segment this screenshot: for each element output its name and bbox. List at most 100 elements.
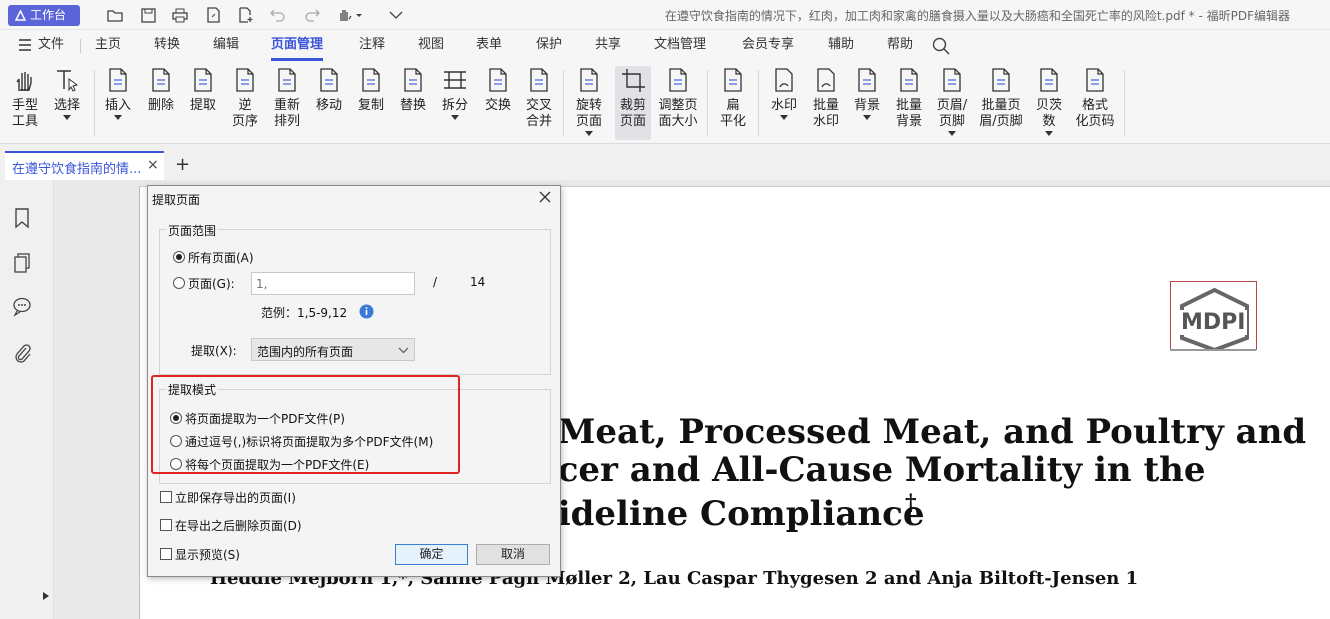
ribbon-button-watermark[interactable]: 水印 — [767, 66, 801, 140]
menu-view[interactable]: 视图 — [418, 30, 444, 62]
menu-page-management[interactable]: 页面管理 — [271, 30, 324, 62]
save-now-label[interactable]: 立即保存导出的页面(I) — [175, 489, 296, 506]
menu-protect[interactable]: 保护 — [536, 30, 562, 62]
menu-assist[interactable]: 辅助 — [828, 30, 854, 62]
expand-pane-icon[interactable] — [42, 590, 50, 605]
ribbon-button-cross-merge[interactable]: 交叉 合并 — [522, 66, 556, 140]
ribbon-button-delete-page[interactable]: 删除 — [144, 66, 178, 140]
ribbon-button-label: 复制 — [357, 98, 384, 113]
rotate-page-icon — [575, 66, 603, 94]
hand-tool-dropdown-icon[interactable] — [336, 5, 364, 25]
cancel-button[interactable]: 取消 — [476, 544, 550, 565]
delete-page-icon — [147, 66, 175, 94]
batch-watermark-icon — [812, 66, 840, 94]
all-pages-label[interactable]: 所有页面(A) — [188, 249, 254, 266]
ribbon-button-copy-page[interactable]: 复制 — [354, 66, 388, 140]
range-example: 范例：1,5-9,12 — [261, 306, 348, 320]
print-icon[interactable] — [170, 5, 190, 25]
menu-convert[interactable]: 转换 — [154, 30, 180, 62]
ribbon-button-extract-page[interactable]: 提取 — [186, 66, 220, 140]
dialog-close-icon[interactable] — [538, 190, 552, 208]
paper-title-dagger: † — [905, 490, 917, 516]
ribbon-button-label: 交换 — [484, 98, 511, 113]
ribbon-button-label: 调整页 面大小 — [658, 98, 698, 129]
save-now-checkbox[interactable] — [160, 491, 172, 503]
ribbon-button-reverse-order[interactable]: 逆 页序 — [230, 66, 260, 140]
ribbon-button-swap[interactable]: 交换 — [481, 66, 515, 140]
highlight-box — [151, 375, 460, 474]
ribbon-button-rearrange[interactable]: 重新 排列 — [270, 66, 304, 140]
ribbon-button-hand[interactable]: 手型 工具 — [8, 66, 42, 140]
pages-input[interactable] — [251, 272, 415, 295]
add-tab-icon[interactable]: + — [175, 154, 190, 175]
ribbon-button-background[interactable]: 背景 — [850, 66, 884, 140]
undo-icon[interactable] — [268, 5, 288, 25]
ribbon-button-label: 选择 — [53, 98, 80, 113]
search-icon[interactable] — [932, 37, 950, 59]
redo-icon[interactable] — [302, 5, 322, 25]
menu-member[interactable]: 会员专享 — [742, 30, 794, 62]
bookmark-icon[interactable] — [11, 207, 33, 229]
ribbon-button-rotate-page[interactable]: 旋转 页面 — [570, 66, 608, 140]
ribbon-button-label: 替换 — [399, 98, 426, 113]
pages-radio[interactable] — [173, 277, 185, 289]
bates-number-icon — [1035, 66, 1063, 94]
dropdown-arrow-icon — [63, 114, 71, 120]
show-preview-label[interactable]: 显示预览(S) — [175, 546, 240, 563]
replace-page-icon — [399, 66, 427, 94]
extract-select[interactable]: 范围内的所有页面 — [251, 338, 415, 361]
delete-after-label[interactable]: 在导出之后删除页面(D) — [175, 517, 302, 534]
page-range-legend: 页面范围 — [166, 222, 219, 239]
new-doc-icon[interactable] — [236, 5, 256, 25]
save-icon[interactable] — [138, 5, 158, 25]
ribbon-button-batch-header-footer[interactable]: 批量页 眉/页脚 — [978, 66, 1024, 140]
menu-divider — [80, 39, 81, 53]
hamburger-icon[interactable] — [18, 39, 32, 55]
attachment-icon[interactable] — [11, 342, 33, 364]
menu-home[interactable]: 主页 — [95, 30, 121, 62]
menu-share[interactable]: 共享 — [595, 30, 621, 62]
ribbon-button-resize-page[interactable]: 调整页 面大小 — [656, 66, 700, 140]
workspace-button[interactable]: 工作台 — [8, 5, 80, 26]
all-pages-radio[interactable] — [173, 251, 185, 263]
ribbon-button-format-page-number[interactable]: 格式 化页码 — [1073, 66, 1117, 140]
show-preview-checkbox[interactable] — [160, 548, 172, 560]
page-thumbnails-icon[interactable] — [11, 252, 33, 274]
menu-comment[interactable]: 注释 — [359, 30, 385, 62]
delete-after-checkbox[interactable] — [160, 519, 172, 531]
ribbon-button-select[interactable]: 选择 — [49, 66, 85, 140]
ribbon-button-insert-page[interactable]: 插入 — [101, 66, 135, 140]
pages-label[interactable]: 页面(G): — [188, 275, 235, 292]
ribbon-button-bates-number[interactable]: 贝茨 数 — [1033, 66, 1065, 140]
chevron-down-icon — [398, 347, 409, 354]
menu-file[interactable]: 文件 — [38, 30, 64, 62]
ribbon-button-batch-watermark[interactable]: 批量 水印 — [808, 66, 844, 140]
ribbon-button-crop-page[interactable]: 裁剪 页面 — [615, 66, 651, 140]
ribbon-button-label: 批量 水印 — [812, 98, 839, 129]
ribbon-button-batch-background[interactable]: 批量 背景 — [892, 66, 926, 140]
resize-page-icon — [664, 66, 692, 94]
ribbon-button-header-footer[interactable]: 页眉/ 页脚 — [933, 66, 971, 140]
customize-toolbar-icon[interactable] — [386, 5, 406, 25]
menu-form[interactable]: 表单 — [476, 30, 502, 62]
ok-button[interactable]: 确定 — [395, 544, 468, 565]
ribbon-button-label: 手型 工具 — [11, 98, 38, 129]
ribbon-button-split[interactable]: 拆分 — [438, 66, 472, 140]
watermark-icon — [770, 66, 798, 94]
workspace-label: 工作台 — [30, 8, 67, 22]
open-folder-icon[interactable] — [105, 5, 125, 25]
document-tab[interactable]: 在遵守饮食指南的情... × — [5, 151, 164, 180]
info-icon[interactable] — [359, 304, 374, 323]
comments-icon[interactable] — [11, 295, 33, 317]
dropdown-arrow-icon — [948, 130, 956, 136]
ribbon-button-replace-page[interactable]: 替换 — [396, 66, 430, 140]
document-tab-label: 在遵守饮食指南的情... — [12, 162, 142, 177]
export-icon[interactable] — [203, 5, 223, 25]
menu-help[interactable]: 帮助 — [887, 30, 913, 62]
menu-edit[interactable]: 编辑 — [213, 30, 239, 62]
menu-doc-management[interactable]: 文档管理 — [654, 30, 706, 62]
ribbon-button-label: 逆 页序 — [231, 98, 258, 129]
ribbon-button-flatten[interactable]: 扁 平化 — [716, 66, 750, 140]
ribbon-button-move-page[interactable]: 移动 — [312, 66, 346, 140]
close-tab-icon[interactable]: × — [147, 157, 159, 173]
